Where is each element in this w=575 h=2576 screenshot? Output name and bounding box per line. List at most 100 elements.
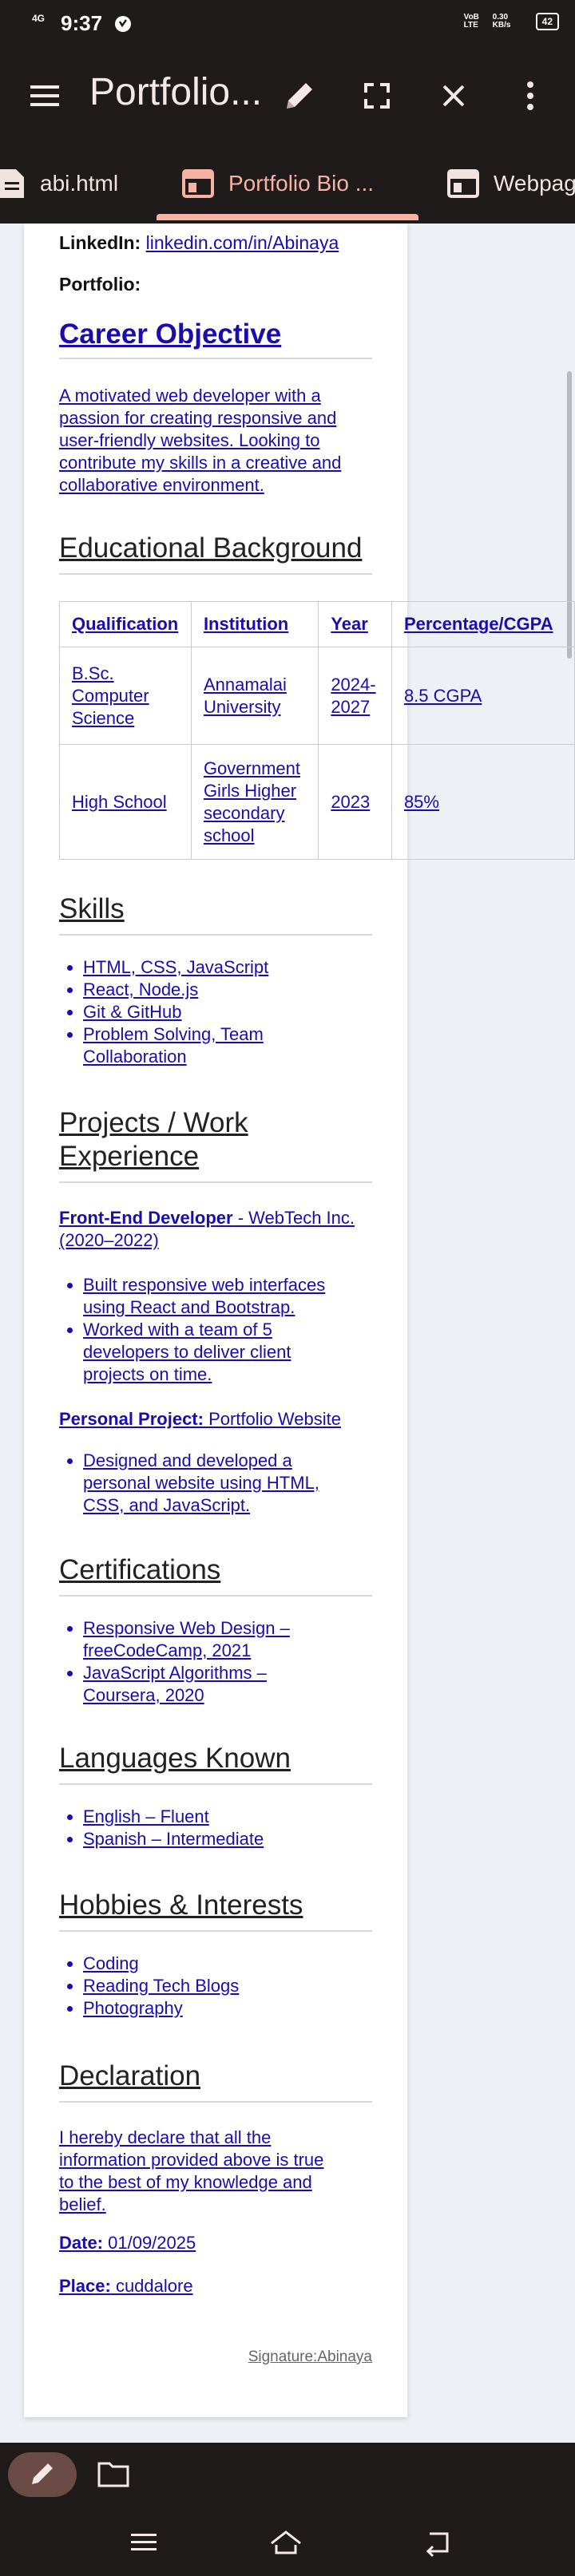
list-item: Photography xyxy=(83,1997,375,2020)
table-cell: Government Girls Higher secondary school xyxy=(190,744,319,860)
column-header: Institution xyxy=(190,601,319,647)
divider xyxy=(59,1181,372,1183)
text-line: freeCodeCamp, 2021 xyxy=(83,1640,252,1660)
list-item: Built responsive web interfacesusing Rea… xyxy=(83,1274,375,1319)
text-line: A motivated web developer with a xyxy=(59,386,321,406)
cell-line: Government xyxy=(203,758,300,778)
cell-line: Science xyxy=(72,707,135,728)
table-cell: B.Sc. Computer Science xyxy=(59,647,192,745)
home-icon[interactable] xyxy=(268,2526,303,2558)
list-item: Worked with a team of 5 developers to del… xyxy=(83,1319,375,1386)
app-bar: Portfolio... xyxy=(0,48,575,144)
heading-line: Projects / Work xyxy=(59,1107,248,1138)
signature: Signature:Abinaya xyxy=(248,2348,372,2365)
job-title: Front-End Developer xyxy=(59,1208,233,1228)
education-heading: Educational Background xyxy=(59,532,363,564)
divider xyxy=(59,573,372,575)
list-item: English – Fluent xyxy=(83,1806,375,1828)
text-line: using React and Bootstrap. xyxy=(83,1297,295,1317)
list-item: Problem Solving, Team Collaboration xyxy=(83,1023,375,1068)
text-line: Collaboration xyxy=(83,1047,187,1066)
text-line: personal website using HTML, xyxy=(83,1473,319,1493)
do-not-disturb-icon xyxy=(115,16,131,32)
column-header: Percentage/CGPA xyxy=(391,601,575,647)
languages-heading: Languages Known xyxy=(59,1743,291,1774)
edit-icon[interactable] xyxy=(276,72,323,120)
place-row: Place: cuddalore xyxy=(59,2275,375,2297)
menu-icon[interactable] xyxy=(21,72,69,120)
date-label: Date: xyxy=(59,2233,104,2253)
cell-line: Computer xyxy=(72,685,149,706)
text-line: I hereby declare that all the xyxy=(59,2127,272,2147)
text-line: passion for creating responsive and xyxy=(59,408,337,428)
table-cell: 8.5 CGPA xyxy=(391,647,575,745)
table-cell: 2024- 2027 xyxy=(318,647,392,745)
text-line: user-friendly websites. Looking to xyxy=(59,430,320,450)
back-icon[interactable] xyxy=(420,2526,455,2558)
text-line: CSS, and JavaScript. xyxy=(83,1495,251,1515)
cell-line: High School xyxy=(72,791,167,812)
list-item: Designed and developed a personal website… xyxy=(83,1450,375,1517)
place-label: Place: xyxy=(59,2276,111,2296)
table-cell: Annamalai University xyxy=(190,647,319,745)
date-row: Date: 01/09/2025 xyxy=(59,2232,375,2254)
network-indicator: 4G xyxy=(32,13,46,24)
table-header-row: Qualification Institution Year Percentag… xyxy=(59,601,575,647)
text-line: contribute my skills in a creative and xyxy=(59,453,342,473)
linkedin-row: LinkedIn: linkedin.com/in/Abinaya xyxy=(59,231,375,254)
cell-line: 2023 xyxy=(331,791,371,812)
edit-mode-button[interactable] xyxy=(8,2452,77,2497)
text-line: Designed and developed a xyxy=(83,1450,292,1470)
tab-label: Portfolio Bio ... xyxy=(228,171,375,196)
list-item: Reading Tech Blogs xyxy=(83,1975,375,1997)
tab-abi-html[interactable]: abi.html xyxy=(0,144,118,224)
more-options-icon[interactable] xyxy=(506,72,554,120)
skills-heading: Skills xyxy=(59,893,125,924)
list-item: JavaScript Algorithms –Coursera, 2020 xyxy=(83,1662,375,1707)
document-icon xyxy=(0,169,24,198)
text-line: Coursera, 2020 xyxy=(83,1685,204,1705)
cell-line: Girls Higher xyxy=(203,780,297,801)
linkedin-link[interactable]: linkedin.com/in/Abinaya xyxy=(146,232,339,253)
text-line: JavaScript Algorithms – xyxy=(83,1663,267,1683)
languages-list: English – Fluent Spanish – Intermediate xyxy=(59,1806,375,1850)
recent-apps-icon[interactable] xyxy=(126,2526,161,2558)
personal-project-row: Personal Project: Portfolio Website xyxy=(59,1408,375,1430)
list-item: Git & GitHub xyxy=(83,1001,375,1023)
list-item: Responsive Web Design –freeCodeCamp, 202… xyxy=(83,1617,375,1662)
text-line: information provided above is true xyxy=(59,2150,324,2170)
column-header: Qualification xyxy=(59,601,192,647)
tab-webpage[interactable]: Webpag xyxy=(447,144,575,224)
list-item: HTML, CSS, JavaScript xyxy=(83,956,375,979)
tab-label: Webpag xyxy=(494,171,575,196)
list-item: Coding xyxy=(83,1953,375,1975)
volte-indicator: VoB LTE xyxy=(463,13,479,30)
table-row: High School Government Girls Higher seco… xyxy=(59,744,575,860)
column-header: Year xyxy=(318,601,392,647)
table-cell: High School xyxy=(59,744,192,860)
skills-list: HTML, CSS, JavaScript React, Node.js Git… xyxy=(59,956,375,1068)
personal-project-label: Personal Project: xyxy=(59,1409,204,1429)
job-dates: (2020–2022) xyxy=(59,1230,159,1250)
folder-icon[interactable] xyxy=(97,2460,129,2487)
text-line: Responsive Web Design – xyxy=(83,1618,290,1638)
divider xyxy=(59,2101,372,2103)
text-line: Built responsive web interfaces xyxy=(83,1275,326,1295)
cell-line: Annamalai xyxy=(203,674,287,694)
web-page-viewport[interactable]: LinkedIn: linkedin.com/in/Abinaya Portfo… xyxy=(0,224,575,2443)
job-company: - WebTech Inc. xyxy=(232,1208,355,1228)
system-navigation-bar xyxy=(0,2507,575,2576)
tab-portfolio-bio[interactable]: Portfolio Bio ... xyxy=(182,144,374,224)
web-page-icon xyxy=(182,169,214,198)
web-page-icon xyxy=(447,169,479,198)
cell-line: University xyxy=(203,696,281,717)
close-icon[interactable] xyxy=(430,72,478,120)
text-line: to the best of my knowledge and xyxy=(59,2172,312,2192)
cell-line: B.Sc. xyxy=(72,663,114,683)
pencil-icon xyxy=(32,2463,53,2484)
cell-line: 8.5 CGPA xyxy=(403,685,482,706)
cell-line: 2027 xyxy=(331,696,371,717)
fullscreen-icon[interactable] xyxy=(353,72,401,120)
portfolio-label: Portfolio: xyxy=(59,274,141,295)
divider xyxy=(59,358,372,359)
